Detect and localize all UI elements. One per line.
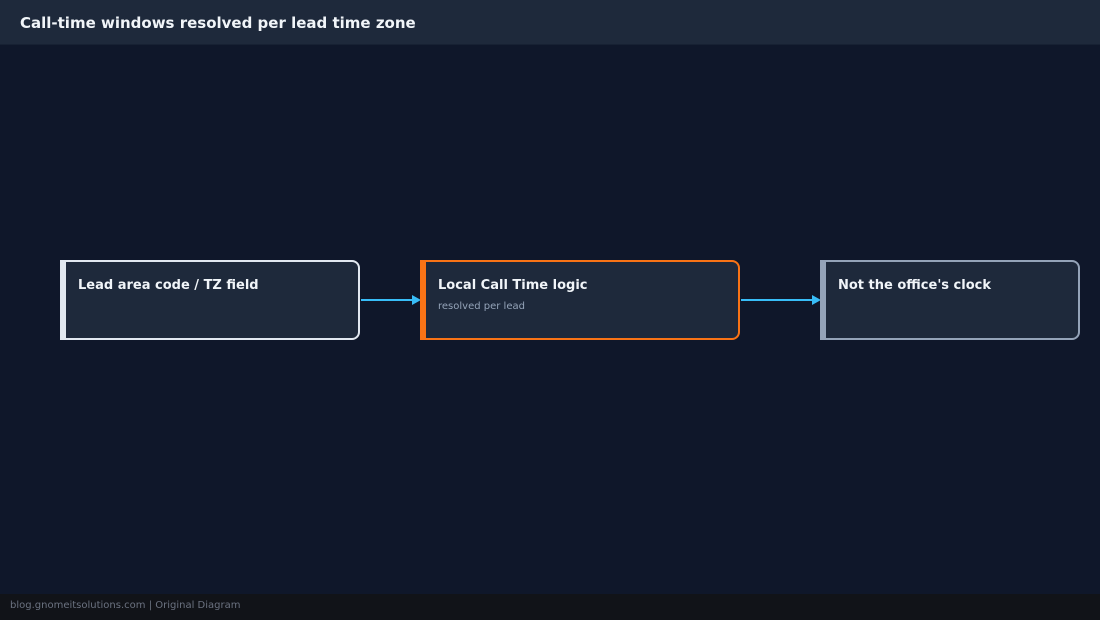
node-title: Not the office's clock (838, 278, 992, 293)
node-title: Local Call Time logic (438, 278, 588, 293)
footer: blog.gnomeitsolutions.com | Original Dia… (0, 594, 1100, 620)
diagram-title: Call-time windows resolved per lead time… (20, 14, 416, 32)
node-lead-area-code: Lead area code / TZ field (60, 260, 360, 340)
node-subtitle: resolved per lead (438, 301, 525, 312)
node-not-office-clock: Not the office's clock (820, 260, 1080, 340)
node-title: Lead area code / TZ field (78, 278, 259, 293)
diagram-header: Call-time windows resolved per lead time… (0, 0, 1100, 45)
footer-attribution: blog.gnomeitsolutions.com | Original Dia… (10, 600, 241, 611)
node-local-call-time-logic: Local Call Time logic resolved per lead (420, 260, 740, 340)
